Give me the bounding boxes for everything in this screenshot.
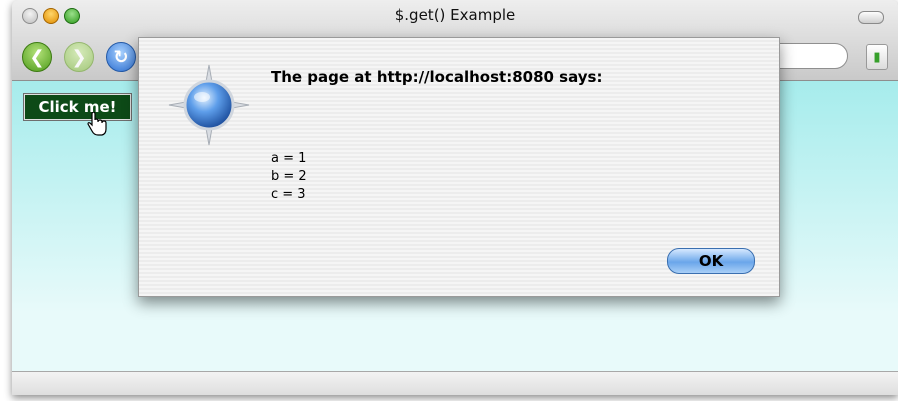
dialog-line: a = 1 [271,151,307,166]
forward-arrow-icon: ❯ [71,46,87,68]
ok-button[interactable]: OK [667,248,755,274]
toolbar-toggle-button[interactable] [858,11,884,24]
hand-pointer-icon [87,112,107,136]
bookmark-button[interactable]: ▮ [866,44,888,70]
dialog-message: a = 1 b = 2 c = 3 [271,150,307,204]
back-arrow-icon: ❮ [29,46,45,68]
dialog-line: c = 3 [271,187,306,202]
forward-button[interactable]: ❯ [64,42,94,72]
bookmark-icon: ▮ [873,49,881,65]
reload-icon: ↻ [113,46,129,68]
dialog-heading: The page at http://localhost:8080 says: [271,68,603,86]
safari-compass-icon [168,64,250,146]
window-title: $.get() Example [394,6,516,24]
alert-dialog: The page at http://localhost:8080 says: … [138,37,780,297]
back-button[interactable]: ❮ [22,42,52,72]
reload-button[interactable]: ↻ [106,42,136,72]
status-bar [12,371,898,395]
click-me-button[interactable]: Click me! [23,93,132,121]
dialog-line: b = 2 [271,169,307,184]
